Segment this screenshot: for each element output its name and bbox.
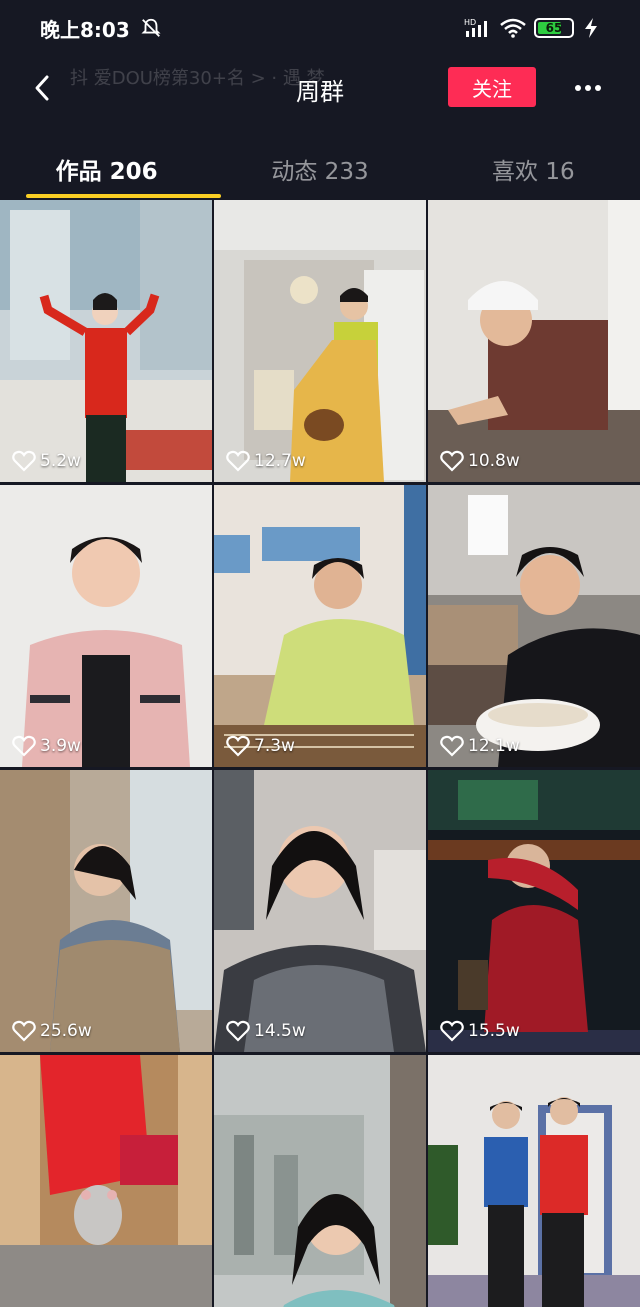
heart-icon bbox=[12, 450, 36, 472]
video-preview-image bbox=[214, 1055, 426, 1307]
video-thumbnail[interactable]: 25.6w bbox=[0, 770, 212, 1052]
video-thumbnail[interactable]: 12.1w bbox=[428, 485, 640, 767]
like-count: 15.5w bbox=[440, 1020, 520, 1042]
follow-button[interactable]: 关注 bbox=[448, 67, 536, 107]
tab-likes[interactable]: 喜欢 16 bbox=[427, 130, 640, 200]
like-count: 10.8w bbox=[440, 450, 520, 472]
like-count: 5.2w bbox=[12, 450, 81, 472]
like-count-value: 14.5w bbox=[254, 1021, 306, 1041]
like-count: 12.7w bbox=[226, 450, 306, 472]
video-preview-image bbox=[0, 1055, 212, 1307]
like-count-value: 12.7w bbox=[254, 451, 306, 471]
tab-works[interactable]: 作品 206 bbox=[0, 130, 222, 200]
video-thumbnail[interactable]: 5.2w bbox=[0, 200, 212, 482]
like-count-value: 15.5w bbox=[468, 1021, 520, 1041]
dot-icon bbox=[595, 85, 601, 91]
like-count-value: 3.9w bbox=[40, 736, 81, 756]
heart-icon bbox=[440, 450, 464, 472]
heart-icon bbox=[12, 1020, 36, 1042]
video-thumbnail[interactable]: 7.3w bbox=[214, 485, 426, 767]
video-preview-image bbox=[214, 770, 426, 1052]
video-thumbnail[interactable] bbox=[214, 1055, 426, 1307]
like-count-value: 25.6w bbox=[40, 1021, 92, 1041]
more-options-button[interactable] bbox=[570, 68, 606, 108]
like-count: 3.9w bbox=[12, 735, 81, 757]
video-grid: 5.2w 12.7w 10.8w 3.9w 7.3w 12.1w 25.6w 1… bbox=[0, 200, 640, 1307]
signal-icon: HD bbox=[464, 18, 487, 37]
status-bar: 晚上8:03 HD 65 bbox=[0, 0, 640, 56]
video-preview-image bbox=[428, 770, 640, 1052]
like-count-value: 7.3w bbox=[254, 736, 295, 756]
heart-icon bbox=[440, 735, 464, 757]
video-preview-image bbox=[428, 1055, 640, 1307]
mute-bell-icon bbox=[141, 18, 161, 37]
video-thumbnail[interactable] bbox=[0, 1055, 212, 1307]
battery-level: 65 bbox=[545, 21, 563, 35]
like-count-value: 5.2w bbox=[40, 451, 81, 471]
video-thumbnail[interactable]: 12.7w bbox=[214, 200, 426, 482]
video-preview-image bbox=[428, 200, 640, 482]
like-count-value: 10.8w bbox=[468, 451, 520, 471]
video-thumbnail[interactable]: 14.5w bbox=[214, 770, 426, 1052]
profile-header: 抖 爱DOU榜第30+名 > · 遇 梦 周群 关注 bbox=[0, 56, 640, 120]
status-time: 晚上8:03 bbox=[40, 17, 130, 42]
profile-tabs: 作品 206 动态 233 喜欢 16 bbox=[0, 130, 640, 200]
heart-icon bbox=[226, 1020, 250, 1042]
video-preview-image bbox=[0, 485, 212, 767]
faded-ranking-text: 抖 爱DOU榜第30+名 > · 遇 梦 bbox=[70, 68, 325, 89]
like-count-value: 12.1w bbox=[468, 736, 520, 756]
heart-icon bbox=[12, 735, 36, 757]
network-label: HD bbox=[464, 18, 476, 27]
chevron-left-icon bbox=[35, 75, 49, 101]
battery-indicator: 65 bbox=[534, 18, 574, 38]
video-thumbnail[interactable]: 15.5w bbox=[428, 770, 640, 1052]
dot-icon bbox=[585, 85, 591, 91]
video-thumbnail[interactable]: 10.8w bbox=[428, 200, 640, 482]
video-preview-image bbox=[0, 200, 212, 482]
like-count: 25.6w bbox=[12, 1020, 92, 1042]
video-thumbnail[interactable]: 3.9w bbox=[0, 485, 212, 767]
wifi-icon bbox=[500, 18, 526, 38]
like-count: 7.3w bbox=[226, 735, 295, 757]
tab-activity[interactable]: 动态 233 bbox=[213, 130, 426, 200]
back-button[interactable] bbox=[22, 68, 62, 108]
video-thumbnail[interactable] bbox=[428, 1055, 640, 1307]
heart-icon bbox=[440, 1020, 464, 1042]
video-preview-image bbox=[214, 200, 426, 482]
charging-icon bbox=[585, 18, 597, 38]
video-preview-image bbox=[428, 485, 640, 767]
video-preview-image bbox=[0, 770, 212, 1052]
video-preview-image bbox=[214, 485, 426, 767]
dot-icon bbox=[575, 85, 581, 91]
heart-icon bbox=[226, 450, 250, 472]
like-count: 12.1w bbox=[440, 735, 520, 757]
like-count: 14.5w bbox=[226, 1020, 306, 1042]
heart-icon bbox=[226, 735, 250, 757]
